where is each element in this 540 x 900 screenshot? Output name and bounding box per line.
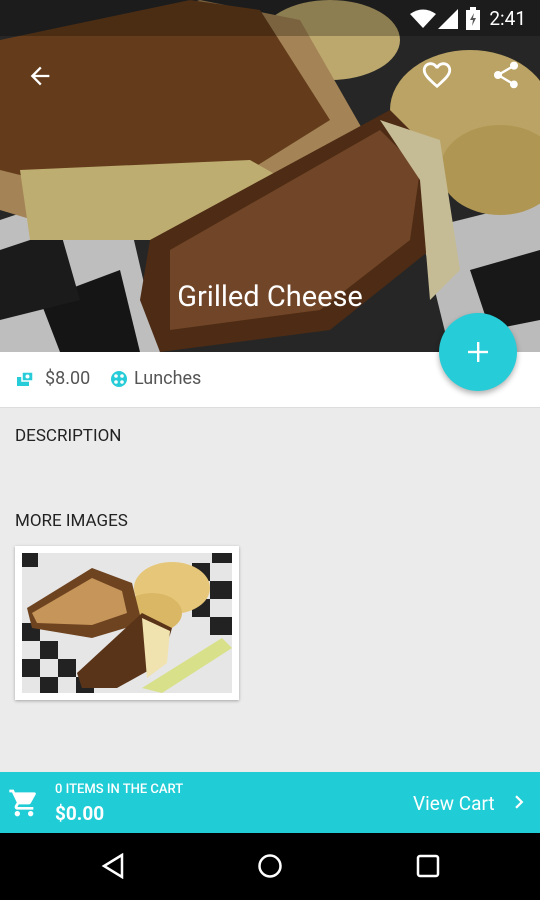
nav-back-icon[interactable]: [100, 853, 126, 879]
favorite-button[interactable]: [413, 51, 461, 99]
battery-icon: [466, 7, 480, 30]
wifi-icon: [410, 9, 436, 28]
plus-icon: [468, 342, 488, 362]
nav-home-icon[interactable]: [257, 853, 283, 879]
category-label: Lunches: [134, 368, 202, 389]
status-time: 2:41: [489, 7, 526, 30]
shopping-cart-icon: [9, 789, 36, 817]
thumbnail-image: [22, 553, 232, 693]
app-toolbar: [0, 40, 540, 112]
product-title: Grilled Cheese: [177, 280, 363, 314]
more-image-thumbnail[interactable]: [15, 546, 239, 700]
chevron-right-icon: [515, 795, 524, 809]
cart-total: $0.00: [55, 802, 105, 825]
price-label: $8.00: [45, 368, 91, 389]
share-button[interactable]: [482, 51, 530, 99]
price-info: $8.00: [15, 368, 90, 389]
heart-outline-icon: [422, 62, 452, 89]
back-button[interactable]: [16, 52, 64, 100]
cart-bar[interactable]: 0 ITEMS IN THE CART $0.00 View Cart: [0, 772, 540, 833]
status-bar: 2:41: [0, 0, 540, 36]
add-to-cart-button[interactable]: [439, 313, 517, 391]
nav-recents-icon[interactable]: [416, 854, 440, 878]
price-tag-icon: [17, 370, 34, 386]
signal-icon: [438, 9, 458, 29]
description-heading: DESCRIPTION: [15, 426, 122, 446]
system-nav-bar: [0, 833, 540, 900]
cart-items-count: 0 ITEMS IN THE CART: [55, 782, 184, 797]
share-icon: [494, 61, 518, 89]
arrow-back-icon: [30, 66, 50, 86]
more-images-heading: MORE IMAGES: [15, 511, 128, 531]
category-icon: [111, 370, 127, 387]
category-info: Lunches: [110, 368, 201, 389]
view-cart-label[interactable]: View Cart: [413, 792, 495, 815]
